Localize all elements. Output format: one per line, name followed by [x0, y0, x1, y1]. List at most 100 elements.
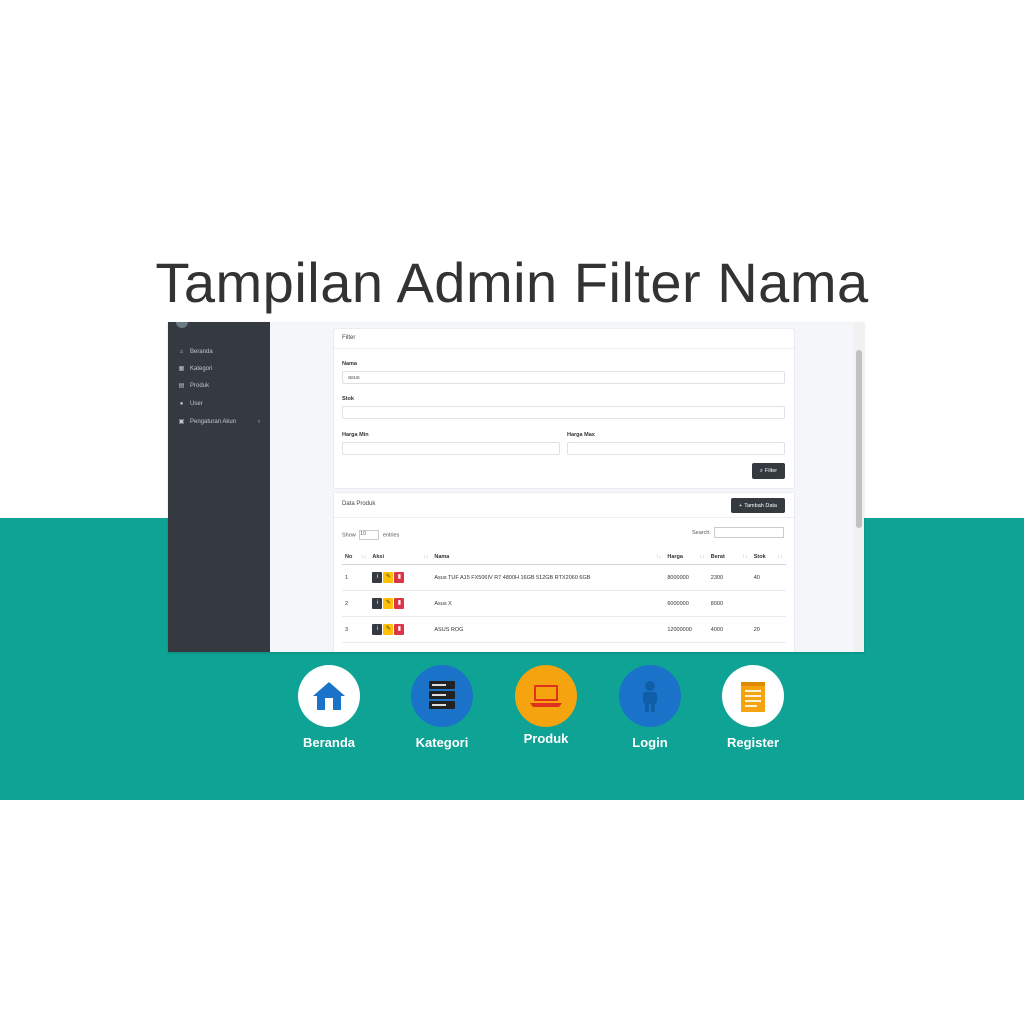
sidebar-item-user[interactable]: ● User — [178, 398, 268, 410]
delete-button[interactable]: ▮ — [394, 624, 405, 635]
column-header-label: Harga — [667, 553, 683, 560]
main-content: Filter Nama asus Stok Harga Min Harga Ma… — [270, 322, 854, 652]
column-header-label: Stok — [753, 553, 766, 560]
nama-input[interactable]: asus — [342, 371, 785, 384]
info-button[interactable]: i — [372, 572, 383, 583]
edit-button[interactable]: ✎ — [383, 572, 394, 583]
user-icon: ● — [179, 401, 184, 407]
grid-icon: ▦ — [178, 366, 185, 372]
cell-berat: 4000 — [707, 616, 751, 643]
delete-button[interactable]: ▮ — [394, 572, 405, 583]
sort-icon: ↑↓ — [655, 553, 662, 560]
sort-icon: ↑↓ — [742, 553, 748, 560]
slide-title: Tampilan Admin Filter Nama — [155, 251, 869, 314]
nav-login[interactable]: Login — [605, 665, 695, 750]
sort-icon: ↑↓ — [777, 553, 784, 560]
sidebar-item-produk[interactable]: ▤ Produk — [178, 380, 268, 392]
search-label: Search: — [692, 530, 711, 536]
column-header-label: Nama — [434, 553, 450, 560]
cell-aksi: i ✎ ▮ — [369, 616, 432, 643]
column-header-stok[interactable]: Stok ↑↓ — [750, 549, 786, 565]
edit-button[interactable]: ✎ — [383, 598, 394, 609]
produk-table: No ↑↓ Aksi ↑↓ Nama ↑↓ Harga ↑↓ Berat ↑↓ Stok ↑… — [342, 549, 786, 643]
data-produk-card: Data Produk + Tambah Data Show 10 entrie… — [334, 493, 794, 652]
edit-button[interactable]: ✎ — [383, 624, 394, 635]
person-icon — [619, 665, 681, 727]
cell-nama: ASUS ROG — [431, 616, 665, 643]
chevron-left-icon: ‹ — [258, 419, 260, 425]
data-produk-title: Data Produk — [342, 501, 376, 507]
column-header-berat[interactable]: Berat ↑↓ — [707, 549, 751, 565]
nav-kategori[interactable]: Kategori — [397, 665, 487, 750]
harga-min-label: Harga Min — [342, 432, 369, 438]
column-header-harga[interactable]: Harga ↑↓ — [664, 549, 708, 565]
stok-input[interactable] — [342, 406, 785, 419]
sidebar-item-kategori[interactable]: ▦ Kategori — [178, 363, 268, 375]
info-button[interactable]: i — [372, 598, 383, 609]
tambah-data-button[interactable]: + Tambah Data — [731, 498, 785, 513]
show-entries: Show 10 entries — [342, 530, 399, 540]
tambah-data-label: Tambah Data — [744, 502, 777, 509]
nav-produk[interactable]: Produk — [501, 665, 591, 746]
cell-no: 3 — [342, 616, 370, 643]
harga-min-input[interactable] — [342, 442, 560, 455]
harga-max-input[interactable] — [567, 442, 785, 455]
nav-register[interactable]: Register — [708, 665, 798, 750]
cell-harga: 8000000 — [664, 564, 708, 591]
avatar — [176, 322, 188, 328]
cell-no: 2 — [342, 590, 370, 617]
search-icon: ⌕ — [759, 467, 763, 474]
sidebar-item-label: Kategori — [190, 366, 213, 372]
cell-berat: 2300 — [707, 564, 751, 591]
stok-label: Stok — [342, 396, 354, 402]
filter-card: Filter Nama asus Stok Harga Min Harga Ma… — [334, 329, 794, 488]
sidebar-item-pengaturan-akun[interactable]: ▣ Pengaturan Akun ‹ — [178, 416, 268, 428]
column-header-label: No — [345, 553, 353, 560]
column-header-aksi[interactable]: Aksi ↑↓ — [369, 549, 432, 565]
laptop-icon — [515, 665, 577, 727]
entries-label: entries — [382, 532, 400, 539]
cell-no: 1 — [342, 564, 370, 591]
home-icon — [298, 665, 360, 727]
cell-aksi: i ✎ ▮ — [369, 564, 432, 591]
table-row: 3 i ✎ ▮ ASUS ROG 12000000 4000 20 — [342, 616, 786, 643]
nav-label: Produk — [523, 731, 569, 746]
harga-max-label: Harga Max — [567, 432, 595, 438]
data-produk-header: Data Produk — [334, 493, 794, 518]
filter-button-label: Filter — [764, 468, 778, 474]
home-icon: ⌂ — [179, 349, 184, 355]
info-button[interactable]: i — [372, 624, 383, 635]
sidebar-item-beranda[interactable]: ⌂ Beranda — [178, 346, 268, 358]
cell-nama: Asus TUF A15 FX506IV R7 4800H 16GB 512GB… — [431, 564, 665, 591]
admin-screenshot: ⌂ Beranda ▦ Kategori ▤ Produk ● User ▣ P… — [168, 322, 864, 652]
sidebar-item-label: Pengaturan Akun — [190, 419, 237, 425]
cell-harga: 6000000 — [664, 590, 708, 617]
delete-button[interactable]: ▮ — [394, 598, 405, 609]
column-header-nama[interactable]: Nama ↑↓ — [431, 549, 665, 565]
entries-select[interactable]: 10 — [359, 530, 380, 540]
cell-berat: 8000 — [707, 590, 751, 617]
scrollbar-thumb[interactable] — [856, 350, 862, 528]
filter-button[interactable]: ⌕ Filter — [752, 463, 785, 479]
box-icon: ▤ — [178, 383, 185, 389]
filter-card-header: Filter — [334, 329, 794, 349]
column-header-label: Aksi — [372, 553, 384, 560]
entries-select-value: 10 — [360, 531, 366, 537]
sort-icon: ↑↓ — [360, 553, 367, 560]
cell-nama: Asus X — [431, 590, 665, 617]
table-header-row: No ↑↓ Aksi ↑↓ Nama ↑↓ Harga ↑↓ Berat ↑↓ Stok ↑… — [342, 549, 786, 565]
sidebar-item-label: User — [190, 401, 203, 407]
show-label: Show — [342, 532, 356, 539]
plus-icon: + — [739, 502, 743, 509]
sort-icon: ↑↓ — [699, 553, 705, 560]
filter-card-title: Filter — [342, 335, 356, 341]
nav-beranda[interactable]: Beranda — [284, 665, 374, 750]
sidebar-brand[interactable] — [176, 322, 262, 328]
scrollbar[interactable] — [854, 322, 864, 652]
cell-stok: 40 — [750, 564, 786, 591]
nav-label: Beranda — [302, 735, 356, 750]
table-row: 1 i ✎ ▮ Asus TUF A15 FX506IV R7 4800H 16GB… — [342, 564, 786, 591]
search-input[interactable] — [714, 527, 784, 538]
column-header-no[interactable]: No ↑↓ — [342, 549, 370, 565]
cell-stok — [750, 590, 786, 617]
